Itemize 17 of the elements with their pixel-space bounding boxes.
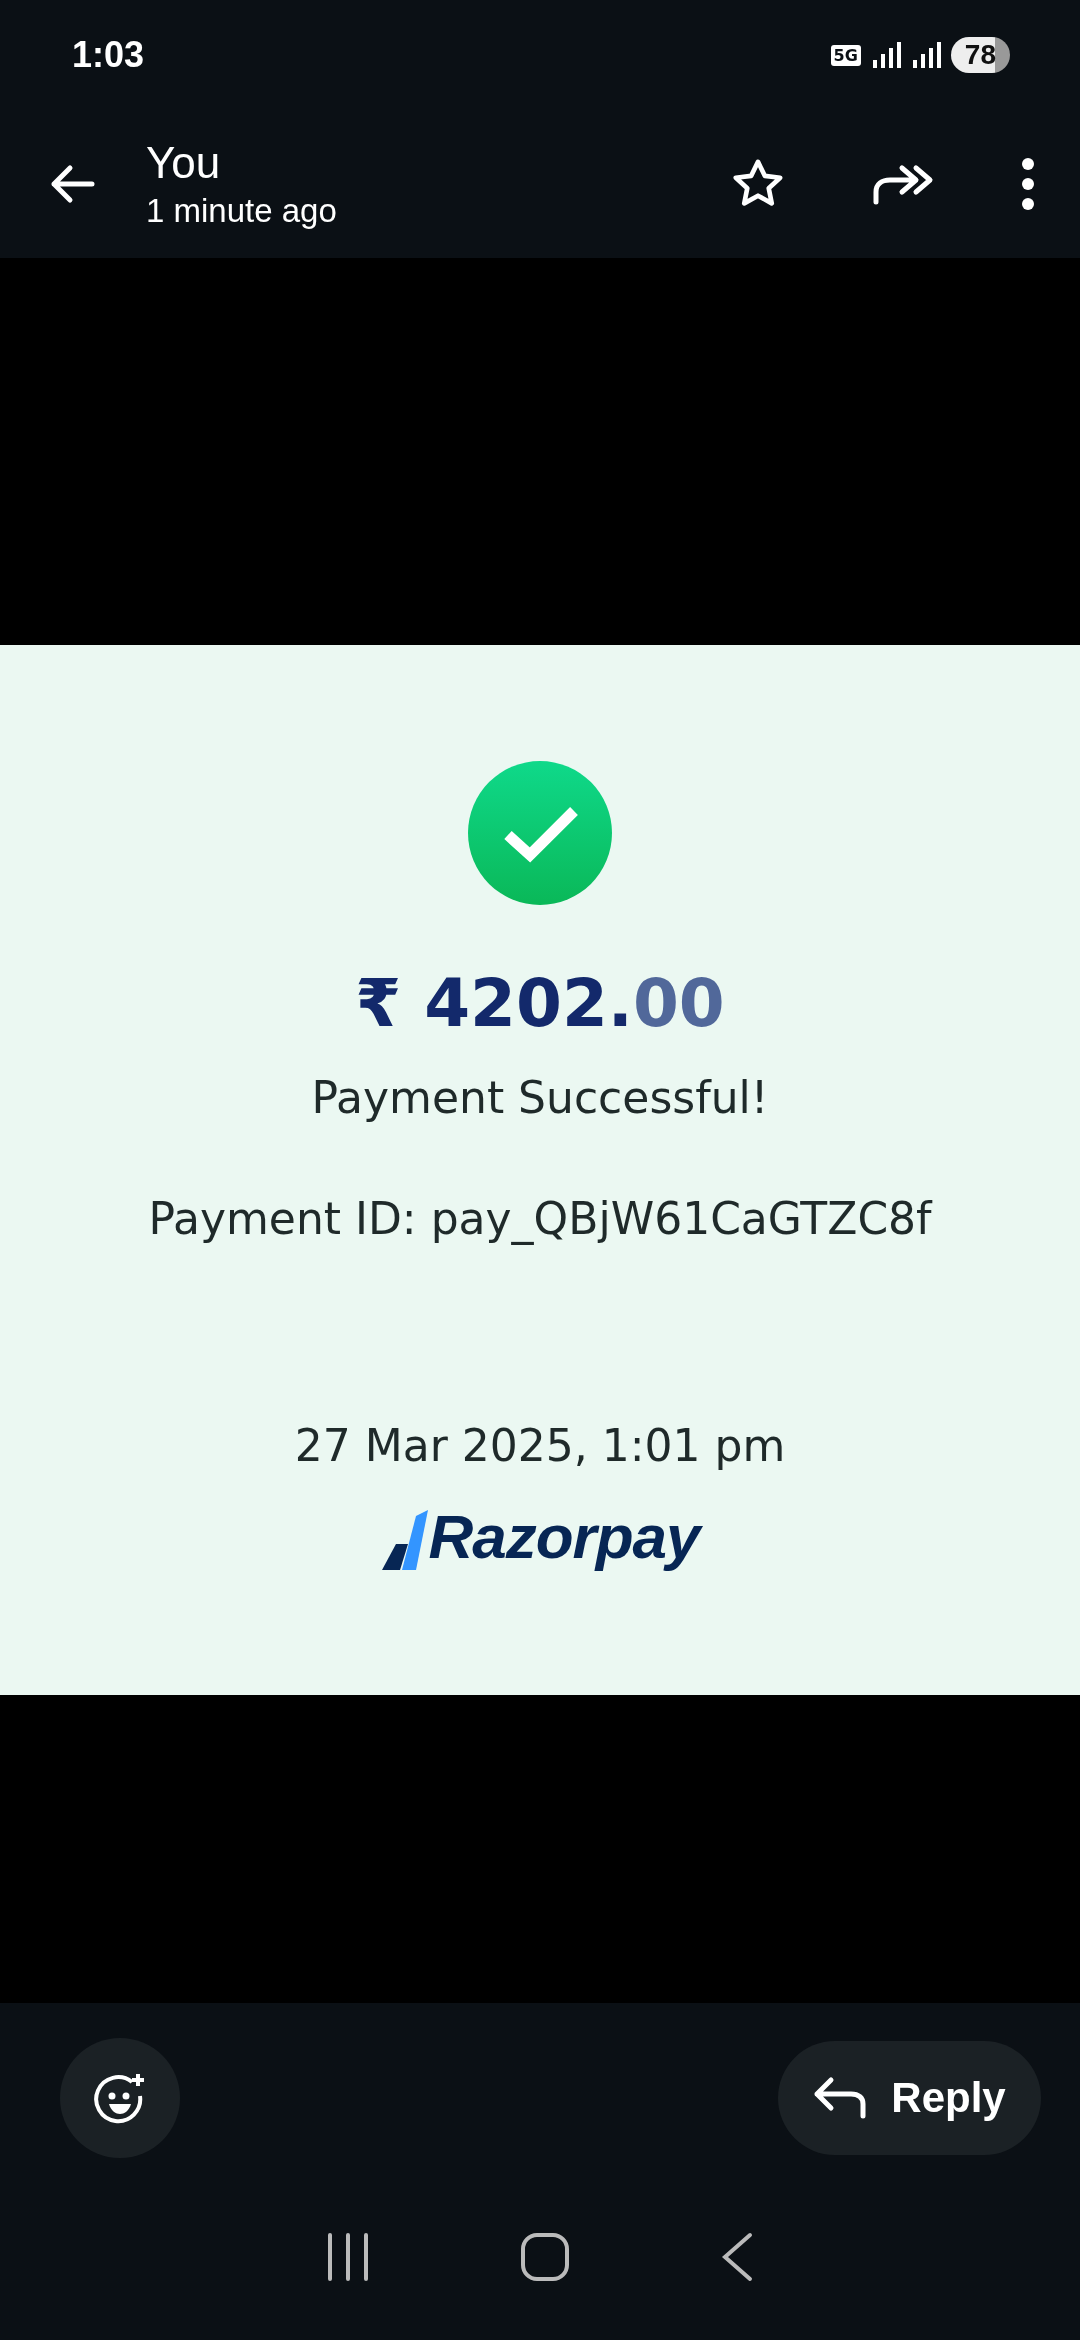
- signal-icon: [910, 40, 941, 70]
- payment-amount: ₹ 4202.00: [355, 965, 725, 1042]
- payment-id: Payment ID: pay_QBjW61CaGTZC8f: [148, 1193, 932, 1244]
- message-time: 1 minute ago: [146, 192, 338, 230]
- home-icon[interactable]: [520, 2231, 570, 2282]
- razorpay-logo-icon: [380, 1508, 429, 1572]
- network-type-icon: 5G: [830, 44, 861, 66]
- signal-icon: [870, 40, 901, 70]
- back-nav-icon[interactable]: [720, 2231, 754, 2282]
- payment-date: 27 Mar 2025, 1:01 pm: [294, 1420, 786, 1471]
- battery-indicator: 78: [950, 37, 1010, 73]
- recent-apps-icon[interactable]: [326, 2232, 370, 2281]
- sender-name: You: [146, 138, 222, 188]
- payment-status: Payment Successful!: [311, 1072, 769, 1123]
- reply-button[interactable]: Reply: [778, 2041, 1041, 2155]
- success-check-icon: [468, 761, 612, 905]
- status-time: 1:03: [72, 34, 145, 76]
